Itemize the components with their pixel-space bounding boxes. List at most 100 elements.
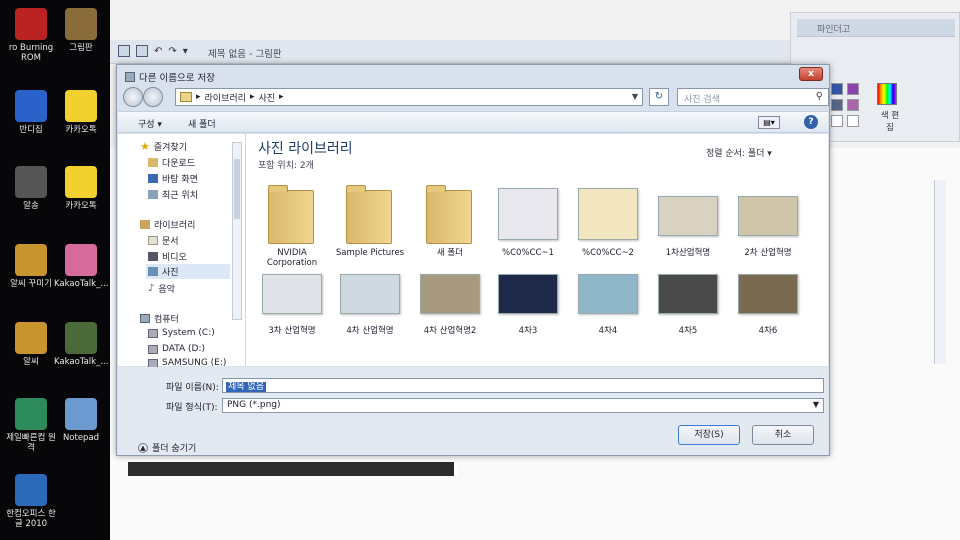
desktop-icon-item[interactable]: KakaoTalk_...: [54, 244, 108, 289]
hide-folders-toggle[interactable]: ▲ 폴더 숨기기: [138, 441, 196, 454]
item-label: 4차3: [518, 326, 538, 336]
image-file-item[interactable]: 3차 산업혁명: [252, 260, 332, 336]
color-swatch[interactable]: [847, 83, 859, 95]
nav-recent[interactable]: 최근 위치: [148, 188, 198, 201]
folder-icon: [260, 182, 324, 244]
image-file-item[interactable]: 4차 산업혁명2: [410, 260, 490, 336]
desktop-icon-item[interactable]: ro Burning ROM: [4, 8, 58, 63]
image-file-item[interactable]: 2차 산업혁명: [728, 182, 808, 258]
desktop-icon-item[interactable]: 카카오톡: [54, 166, 108, 211]
image-file-item[interactable]: 4차5: [648, 260, 728, 336]
sort-by[interactable]: 정렬 순서: 폴더 ▾: [706, 146, 772, 159]
chevron-down-icon[interactable]: ▼: [813, 400, 819, 409]
nav-videos[interactable]: 비디오: [148, 250, 187, 263]
image-file-item[interactable]: 1차산업혁명: [648, 182, 728, 258]
chevron-down-icon[interactable]: ▾: [183, 46, 188, 57]
file-name-value: 제목 없음: [226, 382, 266, 392]
image-thumbnail: [576, 260, 640, 322]
redo-icon[interactable]: ↷: [168, 46, 176, 57]
breadcrumb-pictures[interactable]: 사진: [258, 91, 275, 104]
nav-documents[interactable]: 문서: [148, 234, 179, 247]
videos-icon: [148, 252, 158, 261]
folder-item[interactable]: Sample Pictures: [330, 182, 410, 258]
back-button[interactable]: [123, 87, 143, 107]
desktop-icon-item[interactable]: KakaoTalk_...: [54, 322, 108, 367]
search-icon: ⚲: [815, 91, 823, 102]
thumbnail-image: [658, 274, 718, 314]
scroll-thumb[interactable]: [234, 159, 240, 219]
undo-icon[interactable]: ↶: [154, 46, 162, 57]
color-swatch[interactable]: [831, 115, 843, 127]
nav-desktop[interactable]: 바탕 화면: [148, 172, 198, 185]
hide-folders-label: 폴더 숨기기: [152, 444, 197, 454]
forward-button[interactable]: [143, 87, 163, 107]
content-scrollbar[interactable]: [934, 180, 946, 364]
breadcrumb-libraries[interactable]: 라이브러리: [205, 91, 246, 104]
cancel-button[interactable]: 취소: [752, 425, 814, 445]
desktop-icon-item[interactable]: 알씨 꾸미기: [4, 244, 58, 289]
color-swatch[interactable]: [831, 83, 843, 95]
music-icon: ♪: [148, 283, 155, 294]
desktop-icon-item[interactable]: 반디집: [4, 90, 58, 135]
help-icon[interactable]: ?: [804, 115, 818, 129]
image-thumbnail: [736, 260, 800, 322]
dialog-title: 다른 이름으로 저장: [139, 73, 215, 84]
folder-item[interactable]: NVIDIA Corporation: [252, 182, 332, 268]
desktop-icon-item[interactable]: 알송: [4, 166, 58, 211]
nav-scrollbar[interactable]: [232, 142, 242, 320]
image-file-item[interactable]: 4차4: [568, 260, 648, 336]
file-name-field[interactable]: 제목 없음: [222, 378, 824, 393]
nav-label: 다운로드: [162, 159, 196, 169]
alsee-icon: [15, 322, 47, 354]
color-swatch[interactable]: [847, 99, 859, 111]
save-icon[interactable]: [136, 45, 148, 57]
view-options-button[interactable]: ▤▾: [758, 116, 780, 129]
desktop-icon-item[interactable]: 제일빠른컴 원격: [4, 398, 58, 453]
item-label: 2차 산업혁명: [744, 248, 792, 258]
nav-label: System (C:): [162, 328, 215, 338]
nav-pictures[interactable]: 사진: [146, 264, 230, 279]
desktop-icon-item[interactable]: 그림판: [54, 8, 108, 53]
paint-canvas[interactable]: [128, 462, 458, 476]
organize-button[interactable]: 구성 ▾: [138, 117, 162, 130]
desktop-icon-item[interactable]: 한컴오피스 한글 2010: [4, 474, 58, 529]
kakaotalk-talk-icon: [65, 166, 97, 198]
nav-drive-c[interactable]: System (C:): [148, 328, 215, 338]
nav-computer[interactable]: 컴퓨터: [140, 312, 179, 325]
drive-icon: [148, 328, 158, 338]
folder-item[interactable]: 새 폴더: [410, 182, 490, 258]
item-label: 1차산업혁명: [665, 248, 711, 258]
new-folder-button[interactable]: 새 폴더: [188, 117, 216, 130]
nav-favorites[interactable]: ★ 즐겨찾기: [140, 140, 187, 153]
edit-colors-icon[interactable]: [877, 83, 897, 105]
image-thumbnail: [338, 260, 402, 322]
paint-app-icon[interactable]: [118, 45, 130, 57]
image-file-item[interactable]: 4차6: [728, 260, 808, 336]
color-swatch[interactable]: [847, 115, 859, 127]
image-file-item[interactable]: %C0%CC~2: [568, 182, 648, 258]
file-type-select[interactable]: PNG (*.png) ▼: [222, 398, 824, 413]
item-label: 4차 산업혁명: [346, 326, 394, 336]
image-file-item[interactable]: 4차 산업혁명: [330, 260, 410, 336]
item-label: 새 폴더: [436, 248, 464, 258]
search-input[interactable]: 사진 검색 ⚲: [677, 88, 829, 106]
save-button[interactable]: 저장(S): [678, 425, 740, 445]
sort-value[interactable]: 폴더 ▾: [748, 149, 772, 159]
nav-downloads[interactable]: 다운로드: [148, 156, 195, 169]
library-includes[interactable]: 포함 위치: 2개: [258, 158, 314, 171]
desktop-icon-item[interactable]: Notepad: [54, 398, 108, 443]
image-file-item[interactable]: 4차3: [488, 260, 568, 336]
nav-drive-d[interactable]: DATA (D:): [148, 344, 205, 354]
desktop-icon-item[interactable]: 카카오톡: [54, 90, 108, 135]
image-thumbnail: [260, 260, 324, 322]
close-button[interactable]: x: [799, 67, 823, 81]
chevron-down-icon[interactable]: ▼: [632, 92, 638, 101]
nav-libraries[interactable]: 라이브러리: [140, 218, 195, 231]
nav-music[interactable]: ♪ 음악: [148, 282, 175, 295]
address-bar[interactable]: ▸ 라이브러리 ▸ 사진 ▸ ▼: [175, 88, 643, 106]
color-swatch[interactable]: [831, 99, 843, 111]
desktop-icon-item[interactable]: 알씨: [4, 322, 58, 367]
edit-colors-label: 색 편집: [880, 111, 900, 133]
image-file-item[interactable]: %C0%CC~1: [488, 182, 568, 258]
refresh-button[interactable]: ↻: [649, 88, 669, 106]
